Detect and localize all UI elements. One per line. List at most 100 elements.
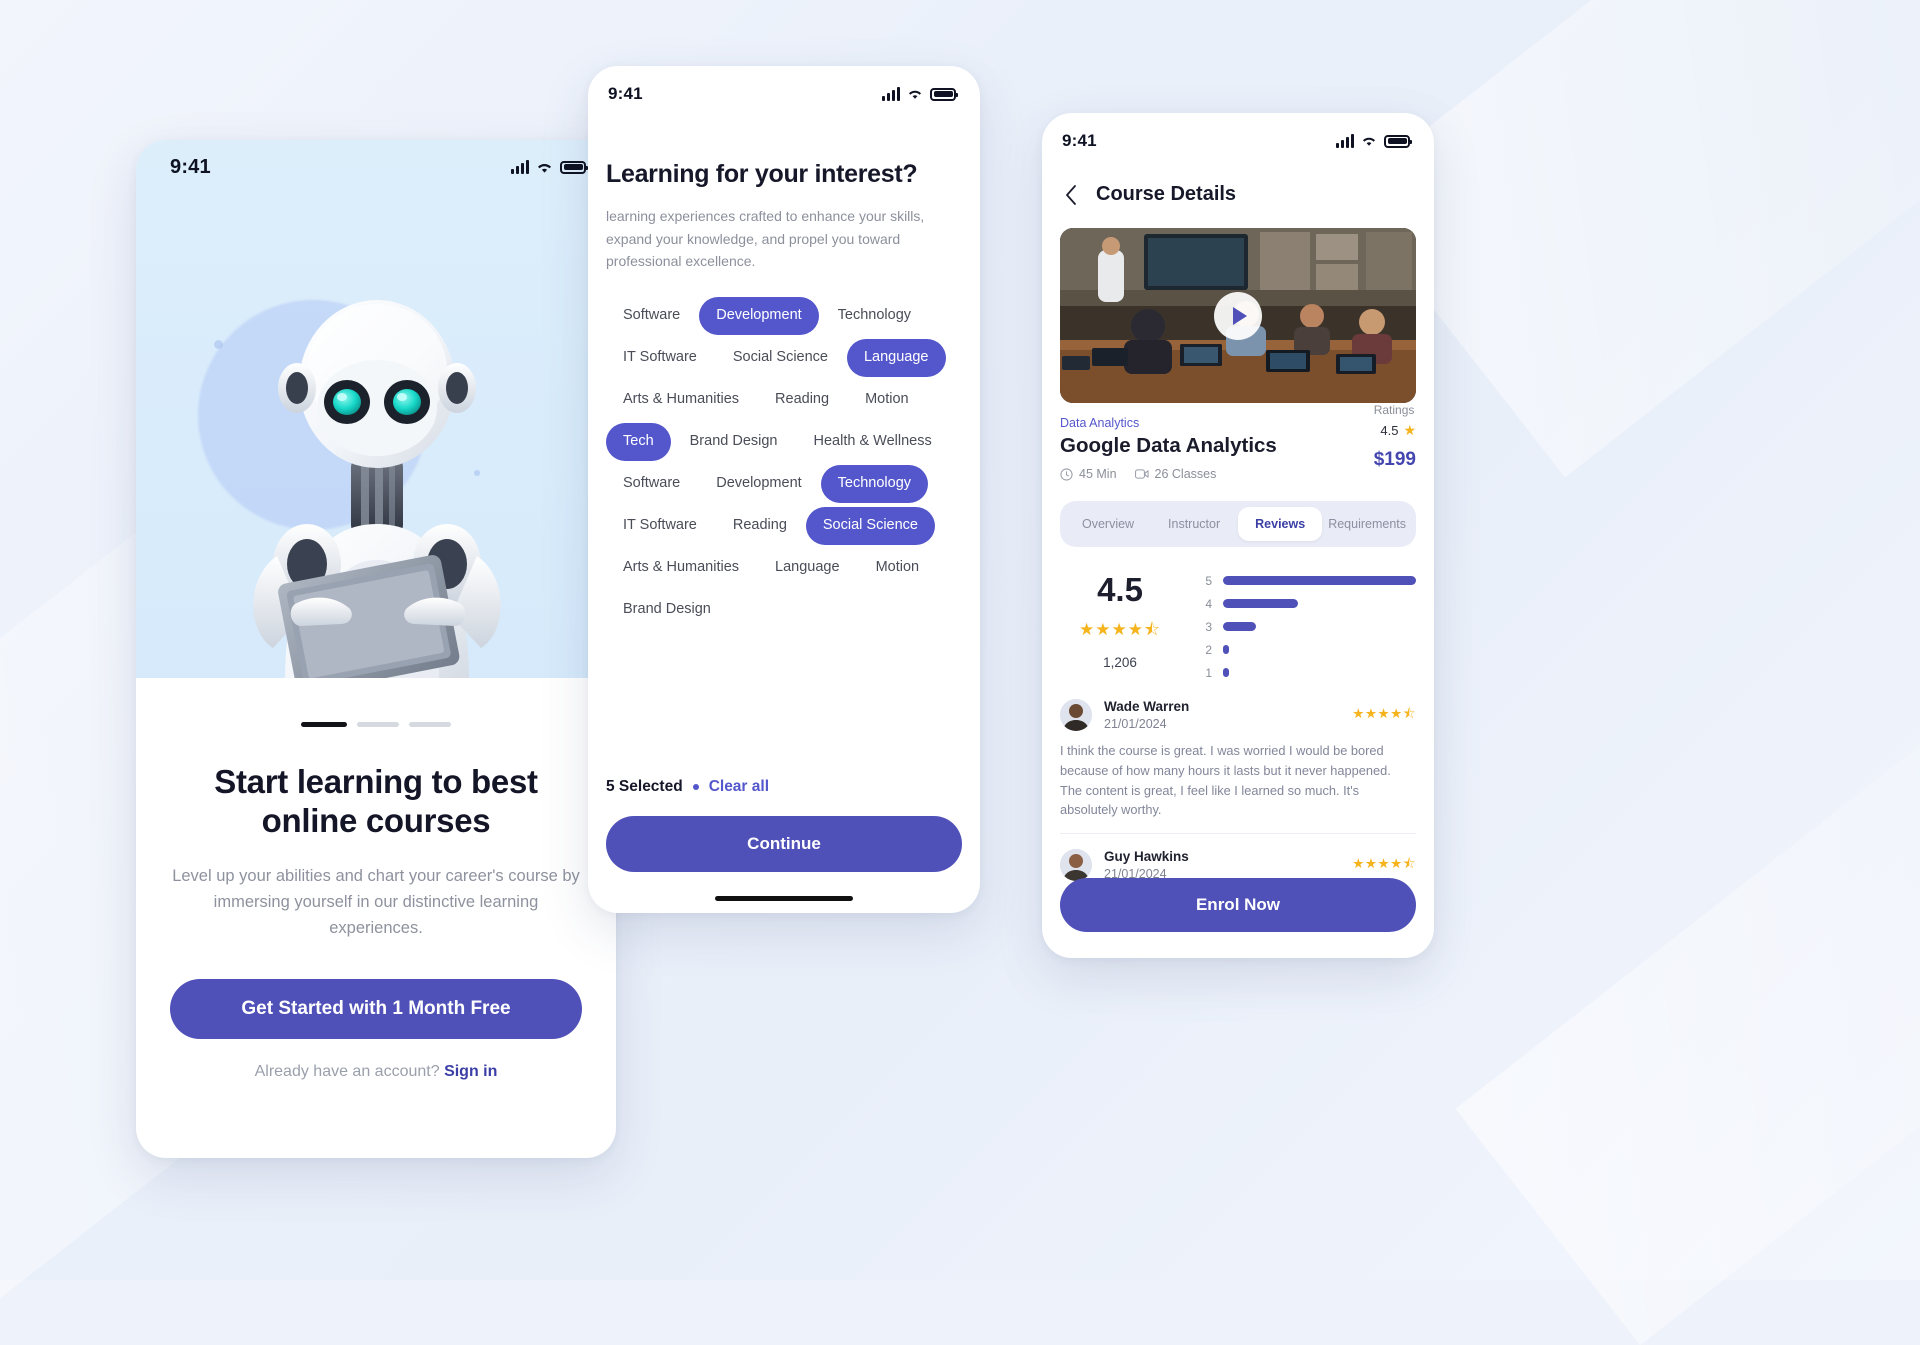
tab-reviews[interactable]: Reviews: [1238, 507, 1323, 541]
rating-bar-label: 5: [1205, 573, 1212, 588]
interest-chip[interactable]: Software: [606, 297, 697, 335]
rating-bar-row: 4: [1204, 592, 1416, 615]
interest-chip[interactable]: Development: [699, 297, 819, 335]
selected-count-label: 5 Selected: [606, 778, 683, 795]
interest-chip[interactable]: Brand Design: [673, 423, 795, 461]
pagination-dot-2[interactable]: [357, 722, 399, 727]
interest-chip[interactable]: Social Science: [805, 506, 935, 545]
pagination-dot-3[interactable]: [409, 722, 451, 727]
rating-bar-track: [1223, 668, 1416, 677]
interest-chip[interactable]: Arts & Humanities: [606, 549, 756, 587]
battery-icon: [930, 87, 958, 101]
course-tabs: Overview Instructor Reviews Requirements: [1060, 501, 1416, 547]
review-stars: ★★★★⯪: [1352, 705, 1416, 721]
rating-average: 4.5: [1097, 571, 1143, 608]
tab-requirements[interactable]: Requirements: [1324, 507, 1410, 541]
status-time: 9:41: [608, 84, 643, 103]
interest-chip[interactable]: Tech: [606, 422, 671, 461]
rating-bar-label: 1: [1205, 665, 1212, 680]
rating-bar-row: 2: [1204, 638, 1416, 661]
rating-bar-row: 3: [1204, 615, 1416, 638]
review-header: Guy Hawkins 21/01/2024 ★★★★⯪: [1060, 849, 1416, 882]
rating-stars: ★★★★⯪: [1078, 620, 1162, 639]
rating-bar-row: 5: [1204, 569, 1416, 592]
ratings-label: Ratings: [1373, 403, 1415, 417]
status-bar: 9:41: [588, 66, 980, 122]
chevron-left-icon[interactable]: [1060, 184, 1082, 206]
course-details-screen: 9:41 Course Details Data Analytics Googl…: [1042, 113, 1434, 958]
get-started-button[interactable]: Get Started with 1 Month Free: [170, 979, 582, 1040]
rating-bar-track: [1223, 576, 1416, 585]
interests-content: Learning for your interest? learning exp…: [588, 160, 980, 629]
review-name: Wade Warren: [1104, 699, 1190, 714]
interest-chip[interactable]: Motion: [859, 549, 937, 587]
status-time: 9:41: [170, 155, 211, 178]
tab-instructor[interactable]: Instructor: [1152, 507, 1236, 541]
pagination-dots[interactable]: [170, 722, 582, 727]
video-lesson-icon: [1134, 469, 1149, 479]
avatar: [1060, 849, 1092, 882]
status-icons: [1336, 134, 1412, 148]
interest-chip[interactable]: Technology: [820, 464, 929, 503]
signal-bars-icon: [511, 160, 529, 174]
play-icon[interactable]: [1214, 291, 1262, 340]
rating-bar-fill: [1223, 668, 1230, 677]
rating-bar-row: 1: [1204, 661, 1416, 684]
rating-total-reviews: 1,206: [1103, 655, 1137, 670]
interest-chip[interactable]: IT Software: [606, 339, 714, 377]
interests-screen: 9:41 Learning for your interest? learnin…: [588, 66, 980, 913]
status-icons: [882, 87, 958, 101]
enrol-now-button[interactable]: Enrol Now: [1060, 878, 1416, 932]
interest-chip[interactable]: Brand Design: [606, 591, 728, 629]
continue-button[interactable]: Continue: [606, 816, 962, 872]
rating-bar-label: 2: [1205, 642, 1212, 657]
signin-prompt: Already have an account? Sign in: [170, 1063, 582, 1081]
interest-chip[interactable]: Technology: [821, 297, 928, 335]
enrol-footer: Enrol Now: [1042, 878, 1434, 932]
rating-bar-fill: [1223, 599, 1299, 608]
interest-chip[interactable]: Social Science: [716, 339, 845, 377]
signin-prompt-text: Already have an account?: [254, 1063, 445, 1081]
rating-summary: 4.5 ★★★★⯪ 1,206 5 4 3 2 1: [1060, 567, 1416, 684]
battery-icon: [560, 160, 588, 174]
rating-number: 4.5: [1380, 423, 1399, 438]
pagination-dot-1[interactable]: [301, 722, 347, 727]
signin-link[interactable]: Sign in: [444, 1063, 497, 1080]
tab-overview[interactable]: Overview: [1066, 507, 1150, 541]
course-classes-label: 26 Classes: [1154, 467, 1217, 481]
course-price: $199: [1373, 449, 1416, 470]
interest-chip[interactable]: Development: [699, 465, 818, 503]
course-classes: 26 Classes: [1134, 467, 1217, 481]
wifi-icon: [909, 90, 921, 99]
interest-chip-list: Software Development Technology IT Software…: [606, 297, 962, 629]
interest-chip[interactable]: Motion: [848, 381, 926, 419]
clear-all-button[interactable]: Clear all: [709, 778, 769, 796]
interest-chip[interactable]: Software: [606, 465, 697, 503]
interests-footer: 5 Selected Clear all Continue: [588, 778, 980, 913]
page-subtitle: Level up your abilities and chart your c…: [172, 866, 580, 937]
course-category: Data Analytics: [1060, 416, 1140, 430]
course-video-thumbnail[interactable]: [1060, 228, 1416, 403]
review-author: Wade Warren 21/01/2024: [1104, 699, 1189, 731]
page-subtitle: learning experiences crafted to enhance …: [606, 208, 925, 270]
interest-chip[interactable]: Language: [846, 338, 946, 377]
course-summary-left: Data Analytics Google Data Analytics 45 …: [1060, 403, 1277, 481]
course-meta: 45 Min 26 Classes: [1060, 467, 1277, 481]
onboarding-content: Start learning to best online courses Le…: [136, 722, 616, 1081]
battery-icon: [1384, 134, 1412, 148]
course-content: Course Details Data Analytics Google Dat…: [1042, 183, 1434, 882]
avatar-image: [1060, 849, 1092, 882]
wifi-icon: [1363, 137, 1375, 146]
rating-bar-label: 3: [1205, 619, 1212, 634]
interest-chip[interactable]: Health & Wellness: [797, 423, 949, 461]
interest-chip[interactable]: IT Software: [606, 507, 714, 545]
interest-chip[interactable]: Arts & Humanities: [606, 381, 756, 419]
status-bar: 9:41: [136, 140, 616, 194]
review-item: Wade Warren 21/01/2024 ★★★★⯪ I think the co…: [1060, 684, 1416, 820]
rating-value: 4.5 ★: [1374, 422, 1416, 439]
rating-bar-label: 4: [1205, 596, 1212, 611]
interest-chip[interactable]: Reading: [758, 381, 846, 419]
interest-chip[interactable]: Language: [758, 549, 857, 587]
status-icons: [511, 160, 588, 174]
interest-chip[interactable]: Reading: [716, 507, 804, 545]
